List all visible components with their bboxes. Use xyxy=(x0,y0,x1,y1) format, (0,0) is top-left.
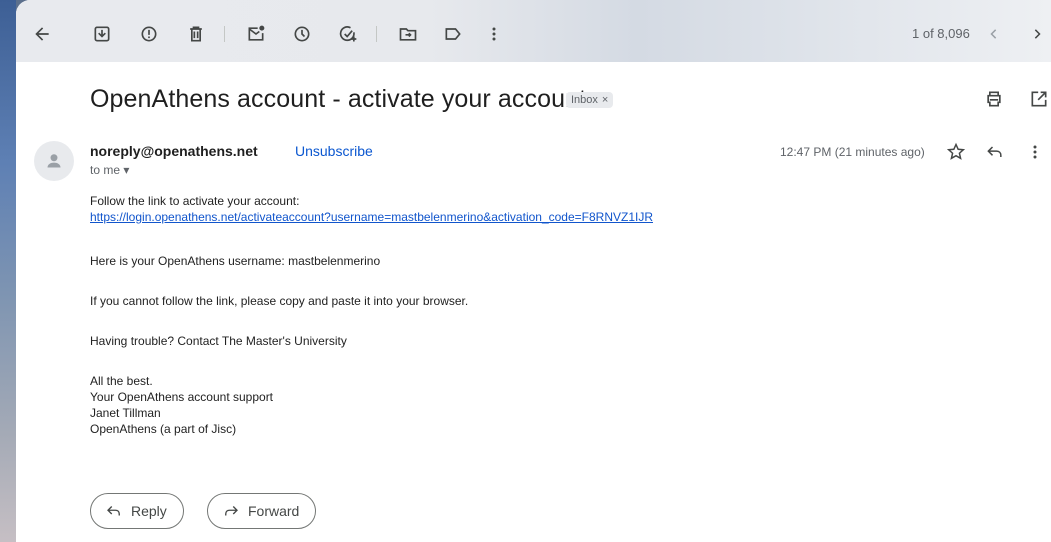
body-line: Having trouble? Contact The Master's Uni… xyxy=(90,334,347,348)
mark-unread-button[interactable] xyxy=(244,22,268,46)
message-more-button[interactable] xyxy=(1024,141,1046,163)
more-options-button[interactable] xyxy=(482,22,506,46)
archive-button[interactable] xyxy=(90,22,114,46)
print-icon xyxy=(987,91,1001,107)
archive-icon xyxy=(94,26,110,42)
toolbar-divider xyxy=(376,26,377,42)
back-button[interactable] xyxy=(30,22,54,46)
reply-icon xyxy=(107,506,120,516)
body-line: If you cannot follow the link, please co… xyxy=(90,294,469,308)
toolbar: 1 of 8,096 xyxy=(16,0,1051,62)
newer-button[interactable] xyxy=(982,22,1006,46)
inbox-label[interactable]: Inbox × xyxy=(566,92,614,108)
open-in-new-icon xyxy=(1031,91,1047,107)
reply-button-label: Reply xyxy=(131,503,167,519)
reply-button[interactable]: Reply xyxy=(90,493,184,529)
clock-icon xyxy=(294,26,310,42)
signature-line: OpenAthens (a part of Jisc) xyxy=(90,422,237,436)
forward-button[interactable]: Forward xyxy=(207,493,317,529)
older-button[interactable] xyxy=(1025,22,1049,46)
delete-button[interactable] xyxy=(184,22,208,46)
label-icon xyxy=(445,28,461,40)
sender-email[interactable]: noreply@openathens.net xyxy=(90,143,258,159)
unsubscribe-link[interactable]: Unsubscribe xyxy=(295,143,373,159)
reply-icon-button[interactable] xyxy=(984,141,1006,163)
add-task-icon xyxy=(339,26,357,42)
recipient-details-toggle[interactable]: to me ▾ xyxy=(90,163,129,177)
activation-link[interactable]: https://login.openathens.net/activateacc… xyxy=(90,209,653,225)
forward-button-label: Forward xyxy=(248,503,300,519)
more-vert-icon xyxy=(492,27,496,41)
body-line: Here is your OpenAthens username: mastbe… xyxy=(90,254,381,268)
signature-line: All the best. xyxy=(90,374,153,388)
body-line: Follow the link to activate your account… xyxy=(90,194,300,208)
snooze-button[interactable] xyxy=(290,22,314,46)
inbox-label-text: Inbox xyxy=(571,94,598,106)
remove-label-icon[interactable]: × xyxy=(602,94,608,106)
chevron-right-icon xyxy=(1034,29,1041,39)
forward-icon xyxy=(225,506,238,516)
open-in-new-window-button[interactable] xyxy=(1028,88,1050,110)
star-button[interactable] xyxy=(945,141,967,163)
email-timestamp: 12:47 PM (21 minutes ago) xyxy=(780,145,925,159)
add-task-button[interactable] xyxy=(336,22,360,46)
sender-avatar xyxy=(34,141,74,181)
report-spam-icon xyxy=(141,26,157,42)
trash-icon xyxy=(190,26,202,42)
move-to-icon xyxy=(399,28,417,41)
pagination-count: 1 of 8,096 xyxy=(912,26,970,41)
move-to-button[interactable] xyxy=(396,22,420,46)
chevron-left-icon xyxy=(990,29,997,39)
email-panel: 1 of 8,096 OpenAthens account - activate… xyxy=(16,0,1051,542)
arrow-left-icon xyxy=(35,27,49,41)
wallpaper-edge xyxy=(0,0,16,542)
print-button[interactable] xyxy=(983,88,1005,110)
reply-icon xyxy=(987,146,1002,157)
mark-unread-icon xyxy=(248,25,265,41)
person-icon xyxy=(47,154,61,168)
more-vert-icon xyxy=(1033,145,1037,159)
email-subject: OpenAthens account - activate your accou… xyxy=(90,85,587,113)
report-spam-button[interactable] xyxy=(137,22,161,46)
star-icon xyxy=(946,142,966,160)
toolbar-divider xyxy=(224,26,225,42)
label-button[interactable] xyxy=(441,22,465,46)
signature-line: Janet Tillman xyxy=(90,406,161,420)
signature-line: Your OpenAthens account support xyxy=(90,390,274,404)
